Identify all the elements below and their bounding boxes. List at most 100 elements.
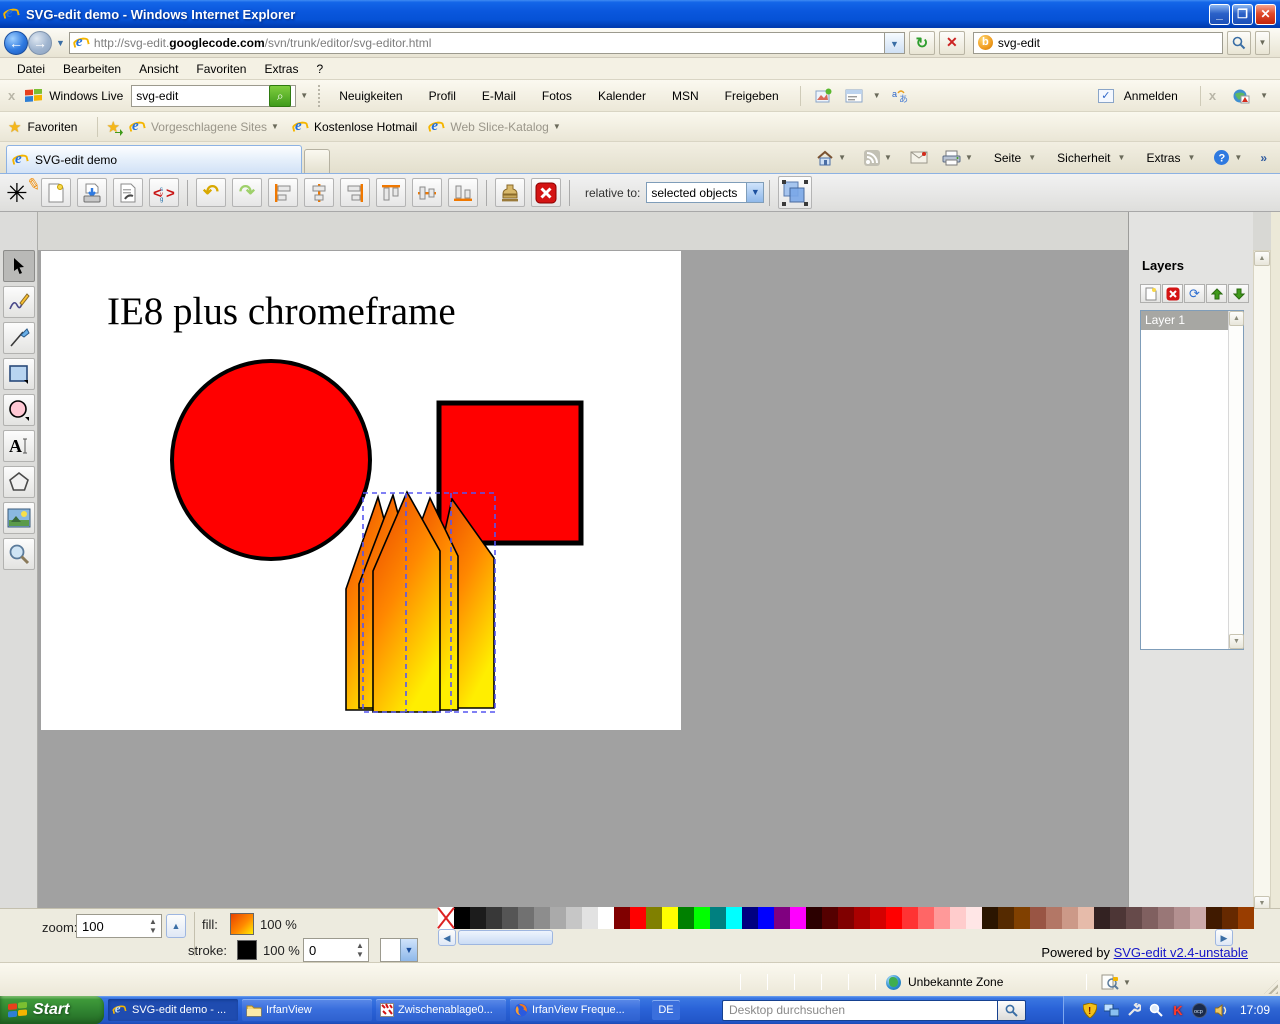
palette-swatch[interactable]	[870, 907, 886, 929]
toolbar-close-icon[interactable]: x	[1209, 88, 1216, 103]
desktop-search-input[interactable]: Desktop durchsuchen	[722, 1000, 998, 1021]
stroke-width-spinner[interactable]: 0 ▲▼	[303, 938, 369, 962]
palette-swatch[interactable]	[1046, 907, 1062, 929]
network-icon[interactable]	[1104, 1002, 1120, 1018]
undo-button[interactable]: ↶	[196, 178, 226, 207]
email-window-dropdown-icon[interactable]: ▼	[873, 91, 881, 100]
live-link-fotos[interactable]: Fotos	[542, 89, 572, 103]
palette-swatch[interactable]	[886, 907, 902, 929]
layer-list-scrollbar[interactable]: ▲ ▼	[1228, 311, 1243, 649]
email-window-icon[interactable]	[843, 86, 865, 106]
menu-help[interactable]: ?	[307, 59, 332, 79]
desktop-search-button[interactable]	[998, 1000, 1026, 1021]
back-button[interactable]: ←	[4, 31, 28, 55]
feeds-button[interactable]: ▼	[864, 150, 896, 166]
delete-layer-button[interactable]	[1162, 284, 1183, 303]
live-link-kalender[interactable]: Kalender	[598, 89, 646, 103]
page-vertical-scrollbar[interactable]: ▲ ▼	[1253, 250, 1271, 912]
palette-swatch[interactable]	[1062, 907, 1078, 929]
align-middle-button[interactable]	[412, 178, 442, 207]
palette-swatch[interactable]	[566, 907, 582, 929]
stroke-color-swatch[interactable]	[237, 940, 257, 960]
palette-swatch[interactable]	[1110, 907, 1126, 929]
security-menu[interactable]: Sicherheit▼	[1054, 151, 1129, 165]
url-field[interactable]: e http://svg-edit.googlecode.com/svn/tru…	[69, 32, 885, 54]
palette-swatch[interactable]	[838, 907, 854, 929]
search-box[interactable]: b svg-edit	[973, 32, 1223, 54]
palette-swatch[interactable]	[662, 907, 678, 929]
palette-swatch[interactable]	[614, 907, 630, 929]
share-photo-icon[interactable]	[813, 86, 835, 106]
palette-swatch[interactable]	[582, 907, 598, 929]
palette-swatch[interactable]	[1190, 907, 1206, 929]
palette-swatch[interactable]	[966, 907, 982, 929]
task-irfanview-freque[interactable]: IrfanView Freque...	[510, 999, 640, 1021]
palette-swatch[interactable]	[470, 907, 486, 929]
live-link-neuigkeiten[interactable]: Neuigkeiten	[339, 89, 402, 103]
zoom-panel-toggle[interactable]: ▲	[166, 914, 186, 938]
menu-datei[interactable]: Datei	[8, 59, 54, 79]
palette-swatch[interactable]	[550, 907, 566, 929]
palette-swatch[interactable]	[1142, 907, 1158, 929]
new-tab-stub[interactable]	[304, 149, 330, 173]
adobe-globe-icon[interactable]	[1230, 86, 1252, 106]
palette-swatch[interactable]	[998, 907, 1014, 929]
minimize-button[interactable]: _	[1209, 4, 1230, 25]
stop-button[interactable]: ✕	[939, 31, 965, 55]
delete-button[interactable]	[531, 178, 561, 207]
palette-swatch[interactable]	[774, 907, 790, 929]
favorites-label[interactable]: Favoriten	[27, 120, 77, 134]
adobe-dropdown-icon[interactable]: ▼	[1260, 91, 1268, 100]
rect-tool[interactable]	[3, 358, 35, 390]
select-tool[interactable]	[3, 250, 35, 282]
palette-swatch[interactable]	[758, 907, 774, 929]
palette-swatch[interactable]	[678, 907, 694, 929]
stroke-style-select[interactable]: ▼	[380, 938, 418, 962]
palette-swatch[interactable]	[710, 907, 726, 929]
menu-favoriten[interactable]: Favoriten	[187, 59, 255, 79]
hotmail-link[interactable]: Kostenlose Hotmail	[314, 120, 417, 134]
suggested-sites-dropdown-icon[interactable]: ▼	[271, 122, 279, 131]
clone-button[interactable]	[495, 178, 525, 207]
drawing-canvas[interactable]: IE8 plus chromeframe	[41, 251, 681, 730]
palette-swatch[interactable]	[518, 907, 534, 929]
zoom-tool[interactable]	[3, 538, 35, 570]
document-properties-button[interactable]	[113, 178, 143, 207]
translate-icon[interactable]: aあ	[889, 86, 911, 106]
live-search-box[interactable]: svg-edit ⌕	[131, 85, 296, 107]
palette-swatch[interactable]	[502, 907, 518, 929]
palette-swatch[interactable]	[598, 907, 614, 929]
language-indicator[interactable]: DE	[652, 1000, 680, 1020]
palette-swatch[interactable]	[790, 907, 806, 929]
palette-scroll-thumb[interactable]	[458, 930, 553, 945]
search-button[interactable]	[1227, 31, 1251, 55]
palette-swatch[interactable]	[822, 907, 838, 929]
text-tool[interactable]: A	[3, 430, 35, 462]
suggested-sites-link[interactable]: Vorgeschlagene Sites	[151, 120, 267, 134]
redo-button[interactable]: ↷	[232, 178, 262, 207]
task-zwischenablage[interactable]: Zwischenablage0...	[376, 999, 506, 1021]
page-menu[interactable]: Seite▼	[991, 151, 1040, 165]
palette-swatch[interactable]	[1030, 907, 1046, 929]
live-link-email[interactable]: E-Mail	[482, 89, 516, 103]
palette-swatch[interactable]	[1206, 907, 1222, 929]
palette-swatch[interactable]	[982, 907, 998, 929]
live-link-msn[interactable]: MSN	[672, 89, 699, 103]
forward-button[interactable]: →	[28, 31, 52, 55]
home-button[interactable]: ▼	[816, 150, 850, 166]
settings-wrench-icon[interactable]	[1126, 1002, 1142, 1018]
red-circle[interactable]	[172, 361, 370, 559]
signin-label[interactable]: Anmelden	[1124, 89, 1178, 103]
ellipse-tool[interactable]	[3, 394, 35, 426]
zoom-level-dropdown-icon[interactable]: ▼	[1123, 978, 1131, 987]
url-dropdown-button[interactable]: ▼	[885, 32, 905, 54]
menu-ansicht[interactable]: Ansicht	[130, 59, 187, 79]
new-layer-button[interactable]	[1140, 284, 1161, 303]
rename-layer-button[interactable]: ⟳	[1184, 284, 1205, 303]
palette-swatch[interactable]	[854, 907, 870, 929]
menu-extras[interactable]: Extras	[255, 59, 307, 79]
live-close-icon[interactable]: x	[8, 88, 15, 103]
palette-swatch[interactable]	[726, 907, 742, 929]
search-tray-icon[interactable]	[1148, 1002, 1164, 1018]
live-search-button[interactable]: ⌕	[269, 85, 291, 107]
